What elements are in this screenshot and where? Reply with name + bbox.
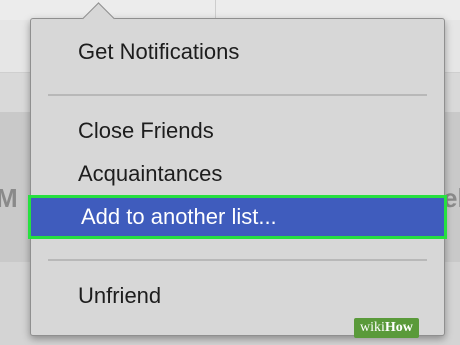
wikihow-watermark: wikiHow: [354, 318, 419, 338]
menu-item-get-notifications[interactable]: Get Notifications: [31, 33, 444, 71]
menu-item-unfriend[interactable]: Unfriend: [31, 277, 444, 315]
friend-options-dropdown: Get Notifications Close Friends Acquaint…: [28, 2, 447, 336]
menu-item-add-to-another-list[interactable]: Add to another list...: [28, 195, 447, 239]
background-top-bar: [0, 0, 460, 20]
watermark-suffix: How: [384, 320, 413, 335]
menu-item-acquaintances[interactable]: Acquaintances: [31, 155, 444, 193]
menu-separator: [48, 259, 427, 261]
menu-item-close-friends[interactable]: Close Friends: [31, 112, 444, 150]
background-text-left: M: [0, 183, 18, 213]
menu-separator: [48, 94, 427, 96]
watermark-prefix: wiki: [360, 320, 385, 335]
